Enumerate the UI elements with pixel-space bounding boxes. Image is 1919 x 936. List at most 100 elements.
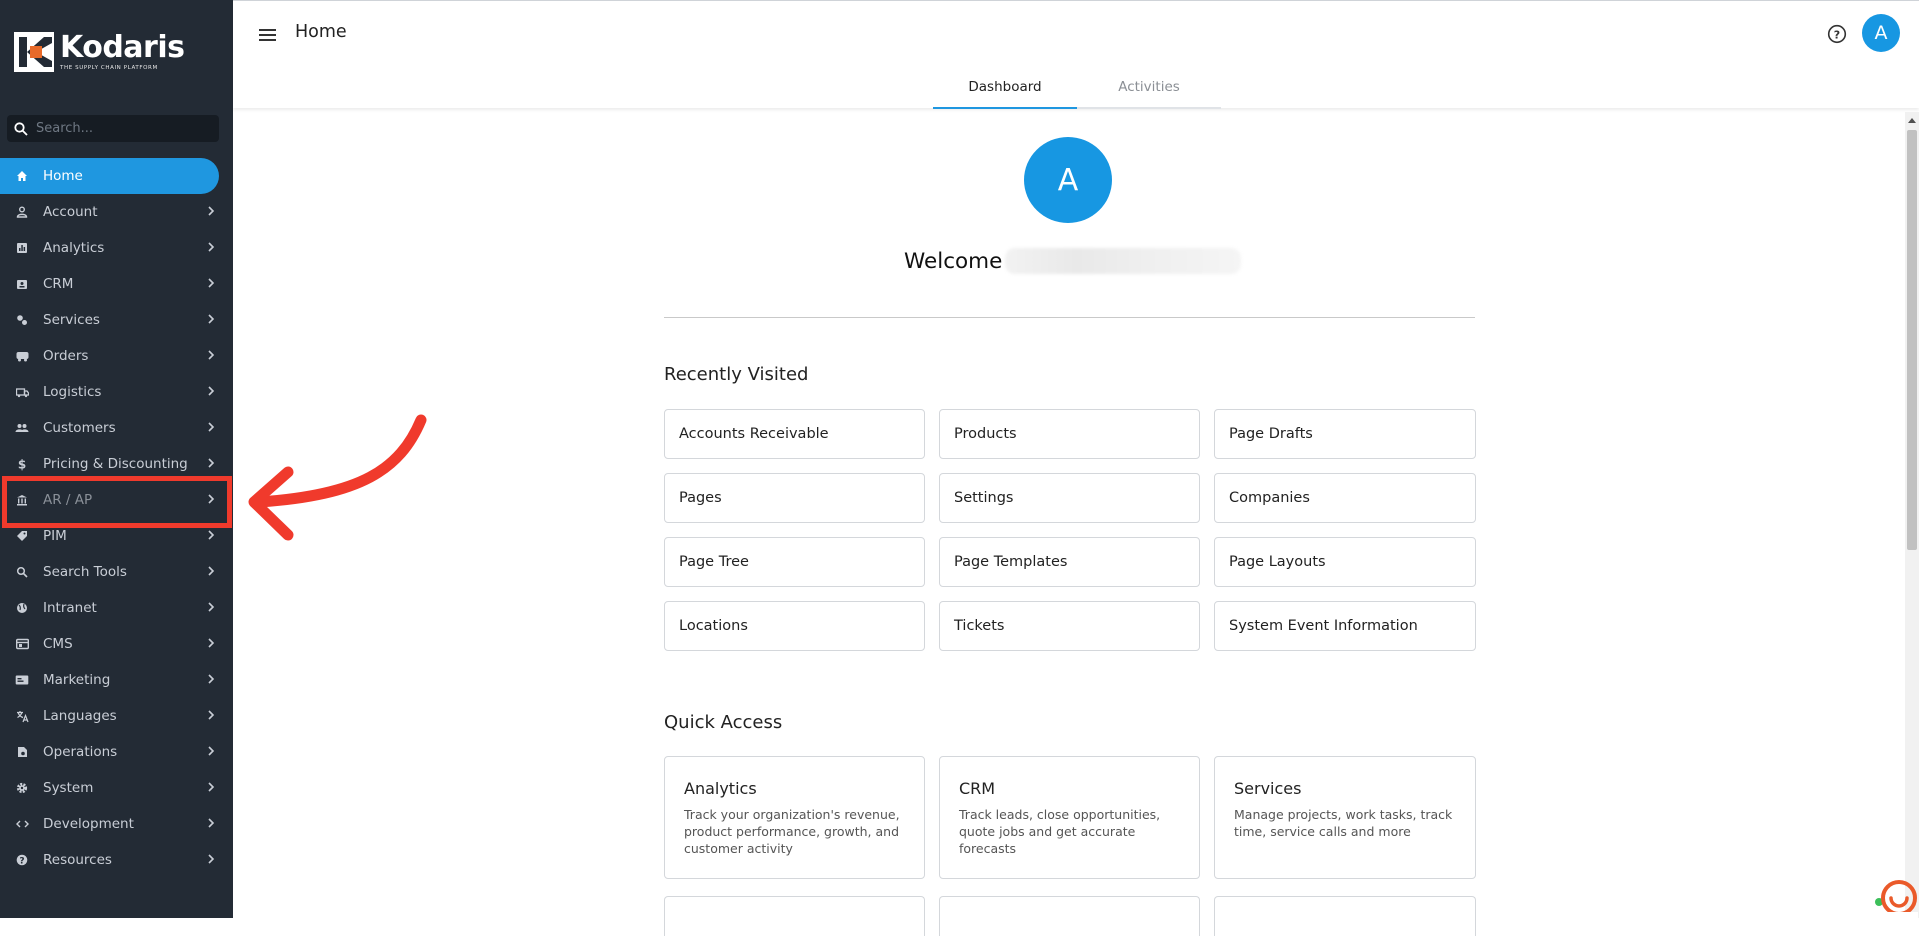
top-bar: Home ? A Dashboard Activities [233,0,1919,109]
sidebar-item-services[interactable]: Services [0,302,233,338]
welcome-heading: Welcome [904,248,1242,274]
chevron-right-icon [208,566,215,576]
quick-access-card-services[interactable]: Services Manage projects, work tasks, tr… [1214,756,1476,879]
sidebar-item-label: Account [43,204,98,220]
sidebar-item-label: Operations [43,744,118,760]
tab-dashboard[interactable]: Dashboard [933,67,1077,109]
recent-card[interactable]: Page Drafts [1214,409,1476,459]
sidebar-item-label: System [43,780,94,796]
recent-card[interactable]: Companies [1214,473,1476,523]
quick-access-card-desc: Track your organization's revenue, produ… [684,807,900,856]
svg-text:$: $ [18,458,26,472]
recent-card[interactable]: Page Tree [664,537,925,587]
quick-access-card[interactable] [939,896,1200,936]
services-icon [14,312,30,328]
sidebar-item-customers[interactable]: Customers [0,410,233,446]
help-circle-icon[interactable]: ? [1827,24,1847,44]
scrollbar[interactable] [1905,112,1919,918]
quick-access-card-title: Analytics [684,779,757,798]
chevron-right-icon [208,638,215,648]
delivery-icon [14,384,30,400]
quick-access-title: Quick Access [664,712,783,733]
quick-access-card-desc: Track leads, close opportunities, quote … [959,807,1161,856]
brand-tagline: THE SUPPLY CHAIN PLATFORM [60,65,158,71]
tab-bar: Dashboard Activities [933,67,1221,109]
recent-card[interactable]: Products [939,409,1200,459]
sidebar-item-system[interactable]: System [0,770,233,806]
recent-card[interactable]: System Event Information [1214,601,1476,651]
sidebar-item-resources[interactable]: ? Resources [0,842,233,878]
scroll-up-arrow-icon[interactable] [1908,118,1916,123]
logo[interactable]: Kodaris THE SUPPLY CHAIN PLATFORM [14,32,185,72]
welcome-avatar: A [1024,137,1112,223]
truck-icon [14,348,30,364]
chat-support-icon[interactable] [1878,878,1918,918]
chevron-right-icon [208,314,215,324]
recently-visited-grid: Accounts Receivable Products Page Drafts… [664,409,1476,651]
sidebar-item-development[interactable]: Development [0,806,233,842]
chart-icon [14,240,30,256]
sidebar-item-home[interactable]: Home [0,158,219,194]
contact-card-icon [14,276,30,292]
chevron-right-icon [208,818,215,828]
sidebar-item-search-tools[interactable]: Search Tools [0,554,233,590]
sidebar-item-label: Analytics [43,240,105,256]
person-icon [14,204,30,220]
recently-visited-title: Recently Visited [664,364,809,385]
sidebar-item-label: Development [43,816,134,832]
user-avatar[interactable]: A [1862,14,1900,52]
quick-access-card-crm[interactable]: CRM Track leads, close opportunities, qu… [939,756,1200,879]
recent-card[interactable]: Locations [664,601,925,651]
sidebar-search-input[interactable] [36,121,206,136]
quick-access-grid: Analytics Track your organization's reve… [664,756,1476,936]
sidebar-item-cms[interactable]: CMS [0,626,233,662]
quick-access-card-analytics[interactable]: Analytics Track your organization's reve… [664,756,925,879]
scrollbar-thumb[interactable] [1907,130,1917,550]
recent-card[interactable]: Page Templates [939,537,1200,587]
sidebar-item-orders[interactable]: Orders [0,338,233,374]
sidebar-item-logistics[interactable]: Logistics [0,374,233,410]
chevron-right-icon [208,710,215,720]
code-icon [14,816,30,832]
people-icon [14,420,30,436]
chevron-right-icon [208,746,215,756]
dollar-icon: $ [14,456,30,472]
gear-icon [14,780,30,796]
sidebar: Kodaris THE SUPPLY CHAIN PLATFORM Home A… [0,0,233,918]
chevron-right-icon [208,530,215,540]
highlight-box [2,476,232,528]
recent-card[interactable]: Tickets [939,601,1200,651]
sidebar-item-intranet[interactable]: Intranet [0,590,233,626]
recent-card[interactable]: Accounts Receivable [664,409,925,459]
welcome-text: Welcome [904,248,1003,274]
tag-icon [14,528,30,544]
sidebar-item-operations[interactable]: Operations [0,734,233,770]
chevron-right-icon [208,782,215,792]
search-icon [14,121,28,136]
recent-card[interactable]: Page Layouts [1214,537,1476,587]
chevron-right-icon [208,386,215,396]
sidebar-search[interactable] [7,115,219,142]
kodaris-logo-icon [14,32,54,72]
quick-access-card[interactable] [664,896,925,936]
sidebar-item-account[interactable]: Account [0,194,233,230]
operations-icon [14,744,30,760]
sidebar-item-crm[interactable]: CRM [0,266,233,302]
recent-card[interactable]: Settings [939,473,1200,523]
chevron-right-icon [208,206,215,216]
tab-activities[interactable]: Activities [1077,67,1221,109]
sidebar-item-label: Marketing [43,672,111,688]
sidebar-item-analytics[interactable]: Analytics [0,230,233,266]
chevron-right-icon [208,458,215,468]
sidebar-item-label: PIM [43,528,67,544]
divider [664,317,1475,318]
home-icon [14,168,30,184]
sidebar-item-marketing[interactable]: Marketing [0,662,233,698]
recent-card[interactable]: Pages [664,473,925,523]
hamburger-menu-icon[interactable] [257,25,279,45]
svg-text:?: ? [1834,28,1840,41]
chevron-right-icon [208,242,215,252]
sidebar-item-languages[interactable]: Languages [0,698,233,734]
quick-access-card-title: Services [1234,779,1302,798]
quick-access-card[interactable] [1214,896,1476,936]
